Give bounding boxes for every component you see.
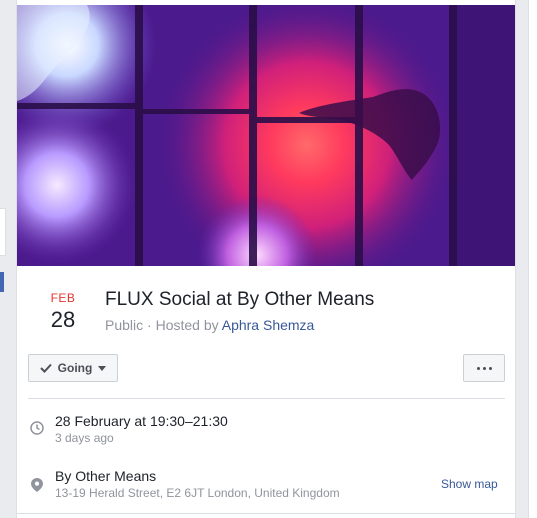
event-location-address: 13-19 Herald Street, E2 6JT London, Unit… <box>55 486 340 500</box>
section-divider <box>28 398 505 399</box>
bottom-divider <box>17 513 515 514</box>
event-cover-photo[interactable] <box>17 5 515 266</box>
cover-photo-image <box>17 5 515 266</box>
going-button-label: Going <box>57 361 93 375</box>
hosted-by-label: · Hosted by <box>143 317 222 333</box>
more-options-button[interactable] <box>463 354 505 382</box>
going-button[interactable]: Going <box>28 354 118 382</box>
event-visibility: Public <box>105 317 144 333</box>
right-column-card <box>528 0 537 518</box>
more-dots-icon <box>476 366 492 370</box>
event-time: 28 February at 19:30–21:30 <box>55 413 228 429</box>
left-column-card <box>0 208 6 256</box>
caret-down-icon <box>98 365 107 371</box>
event-location-name[interactable]: By Other Means <box>55 468 156 484</box>
left-column-background <box>0 0 6 518</box>
left-column-active-indicator <box>0 272 4 292</box>
clock-icon <box>29 420 45 436</box>
map-pin-icon <box>29 477 45 493</box>
event-title: FLUX Social at By Other Means <box>105 289 375 310</box>
check-icon <box>39 363 52 373</box>
event-card: FEB 28 FLUX Social at By Other Means Pub… <box>16 0 516 518</box>
event-date-badge: FEB 28 <box>45 291 81 333</box>
show-map-link[interactable]: Show map <box>441 477 498 491</box>
event-date-day: 28 <box>50 307 76 332</box>
event-time-relative: 3 days ago <box>55 431 114 445</box>
event-date-month: FEB <box>50 291 76 305</box>
event-host-link[interactable]: Aphra Shemza <box>222 317 315 333</box>
event-meta: Public · Hosted by Aphra Shemza <box>105 317 314 333</box>
